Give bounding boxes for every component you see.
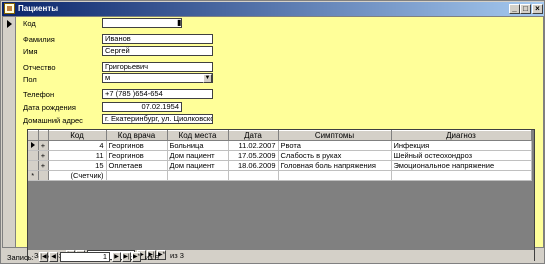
main-current-record-input[interactable]: 1 [60,252,110,262]
new-record-row[interactable]: * (Счетчик) [28,170,532,181]
close-button[interactable]: × [532,4,543,14]
cell-place[interactable]: Дом пациент [167,160,229,171]
header-expand [38,130,49,141]
cell-diagnosis[interactable]: Инфекция [391,140,532,151]
visits-subform: Код Код врача Код места Дата Симптомы Ди… [27,129,535,261]
row-selector[interactable] [28,160,39,171]
cell-diagnosis[interactable] [391,170,532,181]
table-row[interactable]: + 4 Георгинов Больница 11.02.2007 Рвота … [28,140,532,151]
field-first-name[interactable]: Сергей [102,46,213,56]
next-record-icon[interactable]: ▶ [112,252,121,262]
first-record-icon[interactable]: |◀ [39,252,48,262]
column-header[interactable]: Диагноз [391,130,532,141]
column-header[interactable]: Код врача [106,130,168,141]
patients-window: Пациенты _ □ × Код ▮ Фамилия Иванов Имя … [0,0,545,264]
expand-icon[interactable]: + [38,140,49,151]
table-row[interactable]: + 15 Оплетаев Дом пациент 18.06.2009 Гол… [28,160,532,171]
field-last-name[interactable]: Иванов [102,34,213,44]
record-selector[interactable] [3,17,16,247]
table-header-row: Код Код врача Код места Дата Симптомы Ди… [28,130,532,141]
main-nav-label: Запись: [7,253,34,262]
cell-symptoms[interactable] [278,170,392,181]
cell-diagnosis[interactable]: Шейный остеохондроз [391,150,532,161]
label-last-name: Фамилия [23,35,55,44]
cell-symptoms[interactable]: Рвота [278,140,392,151]
main-record-count: из 9 [145,253,159,262]
title-bar: Пациенты _ □ × [2,2,544,16]
cell-code[interactable]: (Счетчик) [48,170,107,181]
label-code: Код [23,19,36,28]
visits-table: Код Код врача Код места Дата Симптомы Ди… [28,130,532,181]
column-header[interactable]: Код места [167,130,229,141]
cell-date[interactable]: 18.06.2009 [228,160,279,171]
label-patronymic: Отчество [23,63,56,72]
maximize-button[interactable]: □ [520,4,531,14]
cell-code[interactable]: 15 [48,160,107,171]
new-record-icon[interactable]: * [28,170,39,181]
cell-diagnosis[interactable]: Эмоциональное напряжение [391,160,532,171]
form-detail-section: Код ▮ Фамилия Иванов Имя Сергей Отчество… [2,16,544,261]
current-record-arrow-icon [7,20,12,28]
cell-date[interactable] [228,170,279,181]
column-header[interactable]: Код [48,130,107,141]
window-title: Пациенты [18,4,59,13]
field-address[interactable]: г. Екатеринбург, ул. Циолковского [102,114,213,124]
row-selector[interactable] [28,150,39,161]
cell-date[interactable]: 11.02.2007 [228,140,279,151]
cell-symptoms[interactable]: Слабость в руках [278,150,392,161]
cell-code[interactable]: 4 [48,140,107,151]
main-record-navigator: Запись: |◀ ◀ 1 ▶ ▶| ▶* из 9 [3,252,543,263]
chevron-down-icon[interactable]: ▼ [203,74,212,83]
text-cursor-icon: ▮ [177,18,182,27]
last-record-icon[interactable]: ▶| [122,252,131,262]
cell-doctor[interactable]: Оплетаев [106,160,168,171]
cell-symptoms[interactable]: Головная боль напряжения [278,160,392,171]
form-icon [4,3,15,14]
cell-date[interactable]: 17.05.2009 [228,150,279,161]
cell-doctor[interactable]: Георгинов [106,150,168,161]
label-first-name: Имя [23,47,38,56]
current-row-arrow-icon [30,142,35,148]
cell-code[interactable]: 11 [48,150,107,161]
label-address: Домашний адрес [23,116,83,125]
field-code[interactable] [102,18,182,28]
cell-doctor[interactable]: Георгинов [106,140,168,151]
gender-combobox[interactable]: м [102,73,213,83]
cell-doctor[interactable] [106,170,168,181]
expand-placeholder [38,170,49,181]
header-selector [28,130,39,141]
expand-icon[interactable]: + [38,160,49,171]
minimize-button[interactable]: _ [509,4,520,14]
cell-place[interactable]: Больница [167,140,229,151]
new-record-nav-icon[interactable]: ▶* [132,252,141,262]
expand-icon[interactable]: + [38,150,49,161]
table-row[interactable]: + 11 Георгинов Дом пациент 17.05.2009 Сл… [28,150,532,161]
previous-record-icon[interactable]: ◀ [49,252,58,262]
column-header[interactable]: Симптомы [278,130,392,141]
cell-place[interactable]: Дом пациент [167,150,229,161]
label-phone: Телефон [23,90,55,99]
field-patronymic[interactable]: Григорьевич [102,62,213,72]
field-phone[interactable]: +7 (785 )654-654 [102,89,213,99]
label-gender: Пол [23,75,37,84]
row-selector[interactable] [28,140,39,151]
field-birth-date[interactable]: 07.02.1954 [102,102,182,112]
column-header[interactable]: Дата [228,130,279,141]
cell-place[interactable] [167,170,229,181]
label-birth-date: Дата рождения [23,103,76,112]
